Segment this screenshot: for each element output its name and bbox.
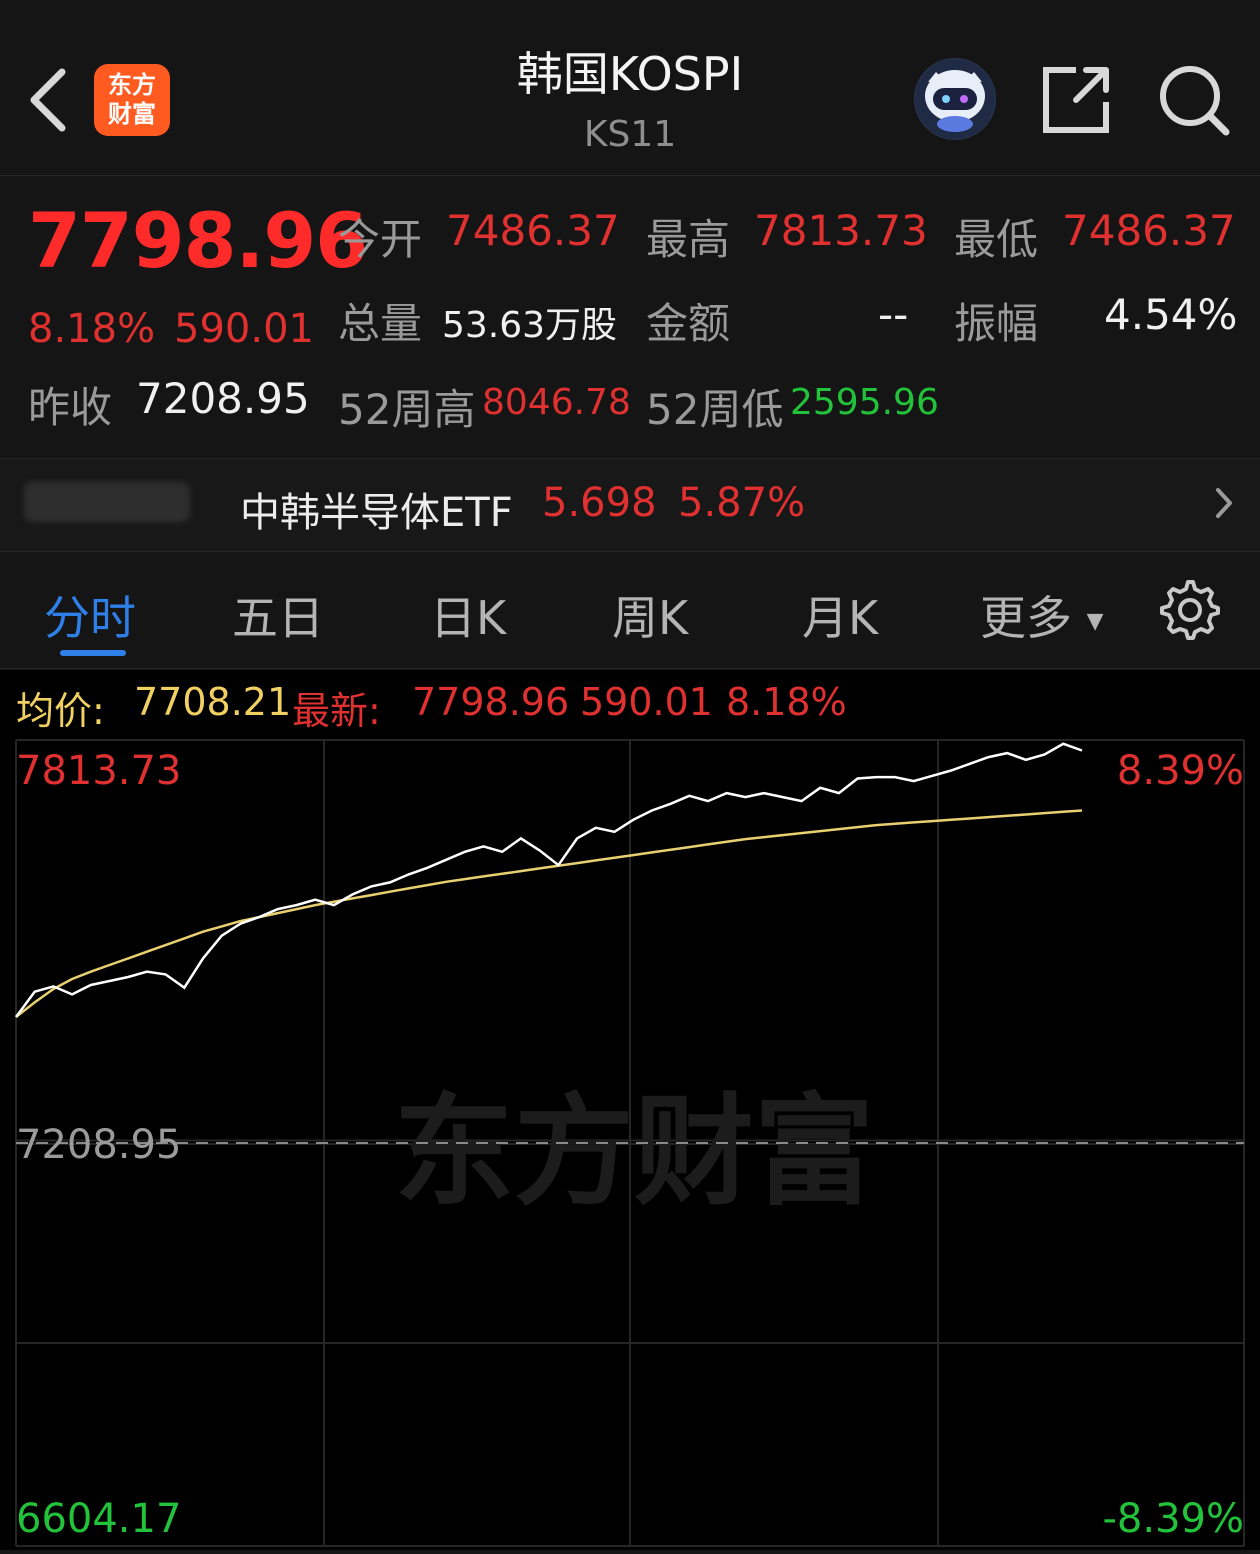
tab-monthly-k[interactable]: 月K <box>802 582 878 648</box>
open-value: 7486.37 <box>446 206 620 255</box>
tab-more[interactable]: 更多 ▼ <box>980 582 1104 648</box>
etf-name: 中韩半导体ETF <box>240 490 513 536</box>
assistant-robot-icon[interactable] <box>914 58 996 140</box>
avg-price-label: 均价: <box>16 689 105 733</box>
watermark-text: 东方财富 <box>394 1083 874 1222</box>
y-axis-min-label: 6604.17 <box>16 1496 182 1542</box>
tab-more-label: 更多 <box>980 591 1072 645</box>
share-icon[interactable] <box>1040 62 1114 136</box>
app-logo: 东方 财富 <box>94 64 170 136</box>
dropdown-arrow-icon: ▼ <box>1086 609 1104 634</box>
y-axis-max-pct-label: 8.39% <box>1116 748 1244 794</box>
intraday-chart-svg: 东方财富 <box>14 739 1245 1547</box>
open-label: 今开 <box>338 215 423 264</box>
chevron-right-icon[interactable] <box>1212 486 1236 524</box>
intraday-chart[interactable]: 东方财富 7813.73 7208.95 6604.17 8.39% -8.39… <box>0 738 1260 1550</box>
logo-text-line1: 东方 <box>108 71 156 99</box>
settings-gear-icon[interactable] <box>1160 580 1220 644</box>
current-price: 7798.96 <box>28 196 368 285</box>
etf-change: 5.87% <box>678 480 806 526</box>
change-percent: 8.18% <box>28 306 156 352</box>
low-label: 最低 <box>954 215 1039 264</box>
latest-percent: 8.18% <box>726 680 847 724</box>
low-value: 7486.37 <box>1062 206 1236 255</box>
latest-value: 7798.96 <box>412 680 570 724</box>
latest-change: 590.01 <box>580 680 713 724</box>
blurred-tag <box>24 482 190 522</box>
avg-price-value: 7708.21 <box>134 680 292 724</box>
tab-five-day[interactable]: 五日 <box>232 582 324 648</box>
y-axis-min-pct-label: -8.39% <box>1102 1496 1244 1542</box>
search-icon[interactable] <box>1156 62 1230 136</box>
tab-intraday[interactable]: 分时 <box>44 582 136 648</box>
wk52-high-label: 52周高 <box>338 385 476 434</box>
wk52-low-label: 52周低 <box>646 385 784 434</box>
amplitude-label: 振幅 <box>954 299 1039 348</box>
latest-label: 最新: <box>292 689 381 733</box>
page-title: 韩国KOSPI <box>516 47 744 101</box>
tab-daily-k[interactable]: 日K <box>430 582 506 648</box>
volume-value: 53.63万股 <box>442 305 618 346</box>
high-value: 7813.73 <box>754 206 928 255</box>
tab-weekly-k[interactable]: 周K <box>612 582 688 648</box>
amplitude-value: 4.54% <box>1104 290 1238 339</box>
prev-close-label: 昨收 <box>28 383 113 432</box>
amount-label: 金额 <box>646 299 731 348</box>
wk52-low-value: 2595.96 <box>790 382 939 423</box>
change-amount: 590.01 <box>174 306 314 352</box>
wk52-high-value: 8046.78 <box>482 382 631 423</box>
volume-label: 总量 <box>338 299 423 348</box>
amount-value: -- <box>878 290 909 339</box>
high-label: 最高 <box>646 215 731 264</box>
etf-price: 5.698 <box>542 480 657 526</box>
y-axis-max-label: 7813.73 <box>16 748 182 794</box>
avg-price-line <box>15 809 1083 1018</box>
prev-close-value: 7208.95 <box>136 374 310 423</box>
index-code: KS11 <box>583 114 677 155</box>
logo-text-line2: 财富 <box>108 100 156 128</box>
active-tab-indicator <box>60 650 126 656</box>
y-axis-baseline-label: 7208.95 <box>16 1122 182 1168</box>
back-arrow-icon[interactable] <box>22 62 82 138</box>
